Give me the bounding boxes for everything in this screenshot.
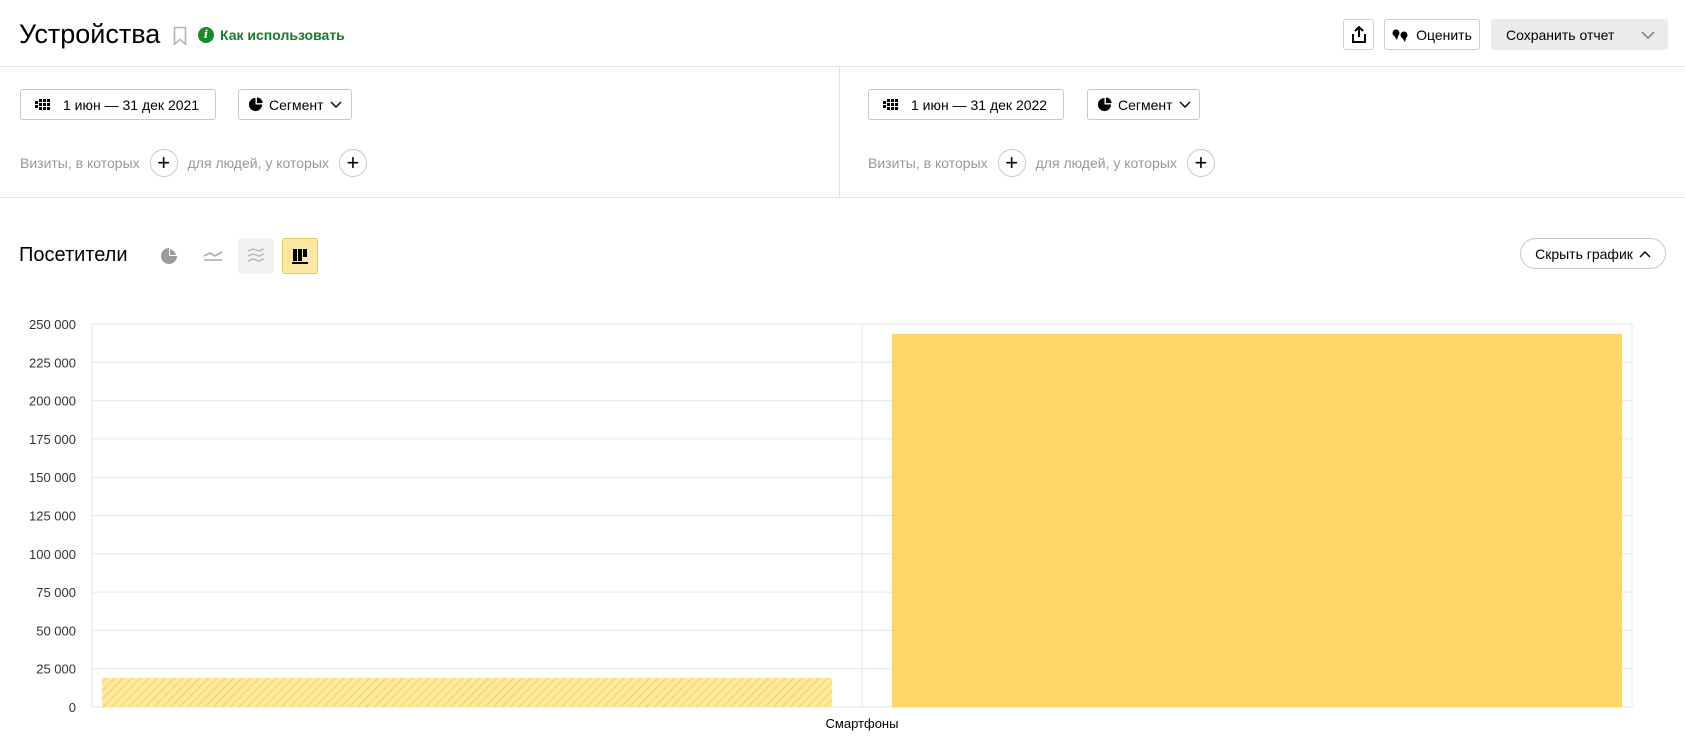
- y-tick-label: 50 000: [36, 623, 76, 638]
- save-report-label: Сохранить отчет: [1506, 26, 1615, 43]
- y-tick-label: 225 000: [29, 355, 76, 370]
- bar-current-period[interactable]: [892, 333, 1622, 707]
- visits-condition-label: Визиты, в которых: [20, 155, 140, 171]
- share-icon: [1351, 25, 1366, 43]
- page-header: Устройства i Как использовать Оценить Со…: [0, 0, 1685, 67]
- y-tick-label: 200 000: [29, 394, 76, 409]
- rate-label: Оценить: [1416, 26, 1472, 43]
- calendar-icon: [35, 98, 50, 110]
- chevron-down-icon: [330, 101, 342, 108]
- line-chart-icon: [203, 251, 223, 261]
- segment-button[interactable]: Сегмент: [1087, 89, 1200, 120]
- y-tick-label: 25 000: [36, 662, 76, 677]
- bookmark-icon[interactable]: [173, 26, 187, 46]
- y-tick-label: 175 000: [29, 432, 76, 447]
- pie-chart-icon: [161, 248, 177, 264]
- segment-label: Сегмент: [269, 96, 324, 113]
- visits-condition-label: Визиты, в которых: [868, 155, 988, 171]
- add-visit-condition-button[interactable]: +: [997, 149, 1026, 177]
- how-to-use-label: Как использовать: [220, 27, 345, 43]
- y-tick-label: 250 000: [29, 317, 76, 332]
- chart-section-title: Посетители: [19, 244, 128, 266]
- date-range-button[interactable]: 1 июн — 31 дек 2021: [20, 89, 216, 120]
- add-visit-condition-button[interactable]: +: [149, 149, 178, 177]
- compare-panel-right: 1 июн — 31 дек 2022 Сегмент Визиты, в ко…: [841, 67, 1685, 198]
- y-tick-label: 0: [69, 700, 76, 715]
- people-condition-label: для людей, у которых: [1035, 155, 1177, 171]
- rate-button[interactable]: Оценить: [1384, 19, 1480, 50]
- y-tick-label: 125 000: [29, 509, 76, 524]
- bar-chart-icon: [292, 249, 308, 264]
- share-button[interactable]: [1343, 19, 1374, 50]
- line-view-button[interactable]: [195, 238, 231, 274]
- y-tick-label: 75 000: [36, 585, 76, 600]
- bar-view-button[interactable]: [282, 238, 318, 274]
- bar-previous-period[interactable]: [102, 677, 832, 707]
- how-to-use-link[interactable]: i Как использовать: [198, 27, 345, 43]
- visit-conditions: Визиты, в которых + для людей, у которых…: [20, 149, 377, 177]
- y-tick-label: 100 000: [29, 547, 76, 562]
- calendar-icon: [883, 98, 898, 110]
- pie-icon: [1097, 97, 1112, 112]
- date-range-label: 1 июн — 31 дек 2022: [911, 96, 1048, 113]
- people-condition-label: для людей, у которых: [187, 155, 329, 171]
- visit-conditions: Визиты, в которых + для людей, у которых…: [868, 149, 1225, 177]
- add-people-condition-button[interactable]: +: [1186, 149, 1215, 177]
- hide-chart-label: Скрыть график: [1535, 245, 1633, 262]
- visitors-bar-chart: 0 25 000 50 000 75 000 100 000 125 000 150 000…: [29, 317, 1633, 731]
- chevron-up-icon: [1639, 250, 1651, 257]
- x-tick-label: Смартфоны: [826, 716, 899, 731]
- info-icon: i: [198, 27, 214, 43]
- save-report-button[interactable]: Сохранить отчет: [1491, 19, 1668, 50]
- date-range-label: 1 июн — 31 дек 2021: [63, 96, 200, 113]
- hide-chart-button[interactable]: Скрыть график: [1520, 238, 1666, 269]
- segment-button[interactable]: Сегмент: [238, 89, 352, 120]
- chevron-down-icon: [1179, 101, 1191, 108]
- page-title: Устройства: [19, 19, 161, 49]
- area-view-button[interactable]: [238, 238, 274, 274]
- date-range-button[interactable]: 1 июн — 31 дек 2022: [868, 89, 1064, 120]
- segment-label: Сегмент: [1118, 96, 1173, 113]
- compare-panel-left: 1 июн — 31 дек 2021 Сегмент Визиты, в ко…: [0, 67, 840, 198]
- pie-icon: [248, 97, 263, 112]
- pie-view-button[interactable]: [151, 238, 187, 274]
- area-chart-icon: [247, 248, 265, 262]
- y-tick-label: 150 000: [29, 470, 76, 485]
- quote-icon: [1392, 29, 1408, 42]
- add-people-condition-button[interactable]: +: [338, 149, 367, 177]
- chevron-down-icon: [1641, 31, 1655, 39]
